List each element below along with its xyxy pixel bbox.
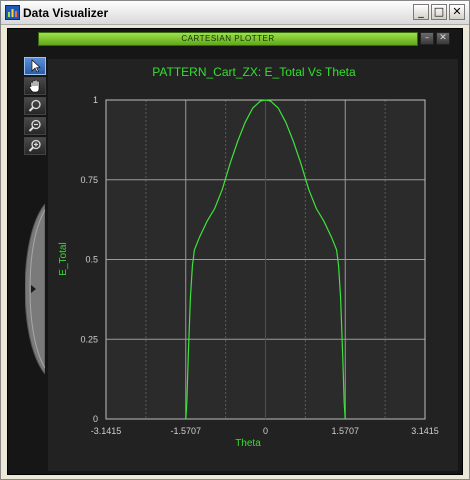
y-tick-label: 0.75 bbox=[80, 175, 98, 185]
x-tick-label: 3.1415 bbox=[411, 426, 439, 436]
y-tick-label: 0.5 bbox=[85, 255, 98, 265]
window-title: Data Visualizer bbox=[23, 6, 109, 20]
x-tick-label: -3.1415 bbox=[91, 426, 122, 436]
maximize-button[interactable]: □ bbox=[431, 4, 447, 20]
y-tick-label: 1 bbox=[93, 95, 98, 105]
title-bar[interactable]: Data Visualizer _ □ ✕ bbox=[1, 1, 469, 25]
x-tick-label: 0 bbox=[263, 426, 268, 436]
x-tick-label: -1.5707 bbox=[170, 426, 201, 436]
y-tick-label: 0 bbox=[93, 414, 98, 424]
y-axis-label: E_Total bbox=[58, 242, 69, 275]
app-window: Data Visualizer _ □ ✕ CARTESIAN PLOTTER … bbox=[0, 0, 470, 480]
y-tick-label: 0.25 bbox=[80, 334, 98, 344]
chart-title: PATTERN_Cart_ZX: E_Total Vs Theta bbox=[152, 65, 356, 79]
minimize-button[interactable]: _ bbox=[413, 4, 429, 20]
plotter-panel: CARTESIAN PLOTTER – ✕ PATTERN_Cart_ZX: E… bbox=[7, 28, 463, 475]
cartesian-chart[interactable]: PATTERN_Cart_ZX: E_Total Vs Theta Theta … bbox=[8, 29, 462, 474]
close-button[interactable]: ✕ bbox=[449, 4, 465, 20]
x-tick-label: 1.5707 bbox=[331, 426, 359, 436]
app-icon bbox=[5, 5, 20, 20]
x-axis-label: Theta bbox=[235, 438, 261, 449]
